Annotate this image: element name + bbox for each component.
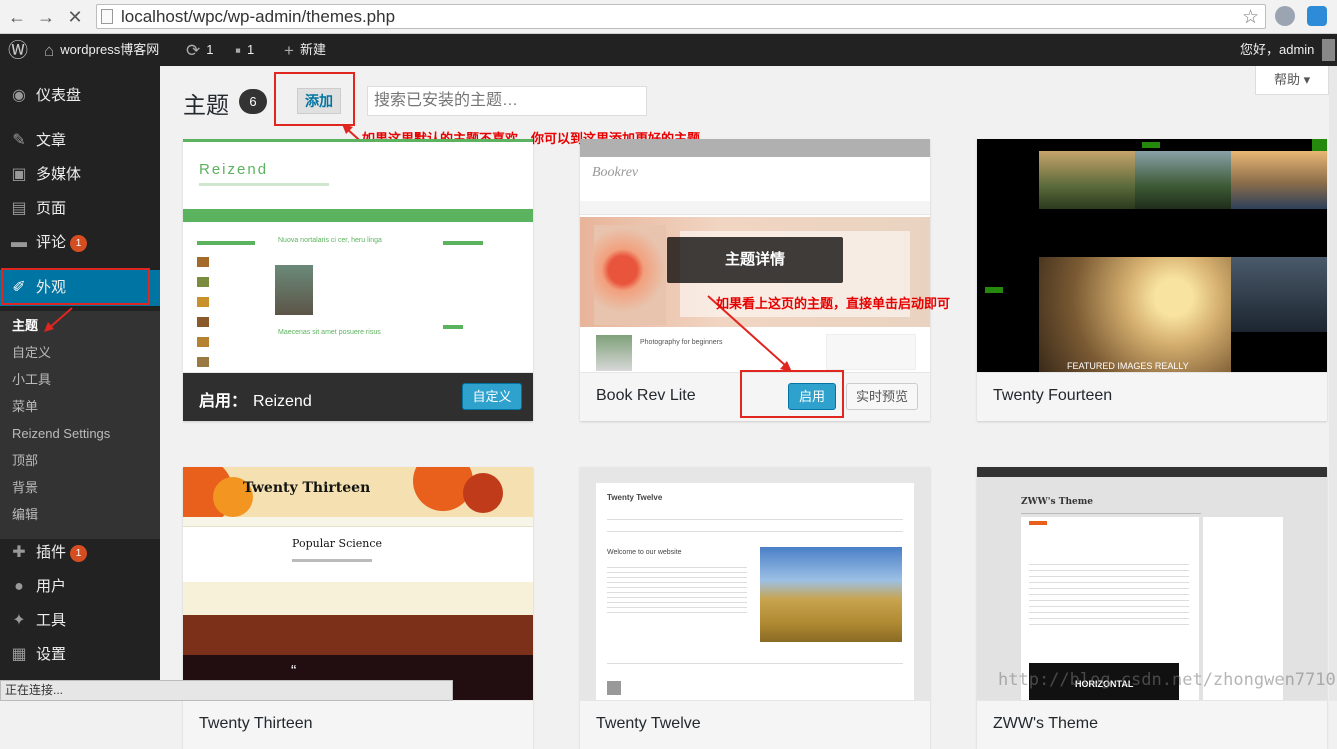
comment-icon: ▬ — [11, 234, 27, 251]
page-icon — [101, 9, 113, 24]
theme-search-field[interactable] — [367, 86, 647, 116]
submenu-widgets[interactable]: 小工具 — [12, 367, 51, 393]
sidebar-item-pages[interactable]: ▤ 页面 — [0, 192, 160, 226]
account-greeting[interactable]: 您好，admin — [1240, 34, 1314, 66]
site-name-link[interactable]: ⌂ wordpress博客网 — [44, 34, 159, 66]
theme-card-twenty-fourteen[interactable]: FEATURED IMAGES REALLY Twenty Fourteen — [977, 139, 1327, 421]
user-icon: ● — [14, 578, 24, 595]
theme-name: 启用： Reizend — [199, 393, 312, 410]
submenu-background[interactable]: 背景 — [12, 475, 38, 501]
wordpress-logo-icon[interactable]: Ⓦ — [8, 34, 34, 66]
updates-link[interactable]: ⟳ 1 — [186, 34, 213, 66]
theme-card-twenty-thirteen[interactable]: Twenty Thirteen Popular Science “ Twenty… — [183, 467, 533, 749]
avatar[interactable] — [1322, 39, 1335, 61]
watermark: http://blog.csdn.net/zhongwen7710 — [998, 670, 1336, 690]
wp-admin-bar: Ⓦ ⌂ wordpress博客网 ⟳ 1 ▪ 1 + 新建 您好，admin — [0, 34, 1337, 66]
plugin-icon: ✚ — [12, 544, 26, 561]
admin-sidebar: ◉ 仪表盘 ✎ 文章 ▣ 多媒体 ▤ 页面 ▬ 评论 1 ✐ 外观 主题 自定义 小工具 菜单… — [0, 66, 160, 701]
annotation-arrow — [44, 307, 73, 332]
theme-screenshot: ZWW's Theme HORIZONTAL — [977, 467, 1327, 700]
extension-icon[interactable] — [1275, 6, 1295, 26]
submenu-reizend-settings[interactable]: Reizend Settings — [12, 421, 110, 447]
highlight-add-button — [274, 72, 355, 126]
submenu-editor[interactable]: 编辑 — [12, 502, 38, 528]
theme-screenshot: Twenty Thirteen Popular Science “ — [183, 467, 533, 700]
extension-icon[interactable] — [1307, 6, 1327, 26]
customize-button[interactable]: 自定义 — [462, 383, 522, 410]
sidebar-item-plugins[interactable]: ✚ 插件 1 — [0, 536, 160, 570]
theme-screenshot: Reizend Nuova nortalaris ci cer, heru li… — [183, 139, 533, 372]
media-icon: ▣ — [11, 166, 27, 183]
theme-search-input[interactable] — [368, 87, 646, 115]
tools-icon: ✦ — [12, 612, 26, 629]
highlight-activate-button — [740, 370, 844, 418]
submenu-themes[interactable]: 主题 — [12, 313, 38, 339]
browser-status-bar: 正在连接... — [0, 680, 453, 701]
page-title: 主题 — [183, 92, 229, 118]
submenu-customize[interactable]: 自定义 — [12, 340, 51, 366]
live-preview-button[interactable]: 实时预览 — [846, 383, 918, 410]
url-text: localhost/wpc/wp-admin/themes.php — [121, 7, 396, 26]
theme-name: Twenty Twelve — [596, 715, 701, 732]
theme-count-badge: 6 — [239, 89, 267, 114]
new-content-link[interactable]: + 新建 — [284, 34, 326, 66]
forward-icon[interactable]: → — [35, 6, 57, 28]
browser-toolbar: ← → ✕ localhost/wpc/wp-admin/themes.php … — [0, 0, 1337, 34]
comments-link[interactable]: ▪ 1 — [235, 34, 254, 66]
appearance-submenu: 主题 自定义 小工具 菜单 Reizend Settings 顶部 背景 编辑 — [0, 311, 160, 539]
comment-icon: ▪ — [235, 40, 242, 60]
theme-name: Book Rev Lite — [596, 387, 696, 404]
theme-card-footer: Twenty Thirteen — [183, 700, 533, 749]
theme-name: ZWW's Theme — [993, 715, 1098, 732]
sidebar-item-dashboard[interactable]: ◉ 仪表盘 — [0, 79, 160, 113]
theme-card-zww[interactable]: ZWW's Theme HORIZONTAL ZWW's Theme — [977, 467, 1327, 749]
submenu-header[interactable]: 顶部 — [12, 448, 38, 474]
highlight-appearance — [1, 268, 150, 305]
bookmark-star-icon[interactable]: ☆ — [1242, 6, 1259, 29]
plugin-count-badge: 1 — [70, 544, 88, 562]
stop-icon[interactable]: ✕ — [64, 6, 86, 28]
dashboard-icon: ◉ — [12, 87, 26, 104]
theme-card-footer: Twenty Fourteen — [977, 372, 1327, 421]
sidebar-item-tools[interactable]: ✦ 工具 — [0, 604, 160, 638]
address-bar[interactable]: localhost/wpc/wp-admin/themes.php ☆ — [96, 4, 1266, 29]
updates-icon: ⟳ — [186, 40, 201, 60]
sidebar-item-media[interactable]: ▣ 多媒体 — [0, 158, 160, 192]
home-icon: ⌂ — [44, 40, 55, 60]
annotation-activate-note: 如果看上这页的主题，直接单击启动即可 — [716, 296, 951, 311]
theme-screenshot: Twenty Twelve Welcome to our website — [580, 467, 930, 700]
submenu-menus[interactable]: 菜单 — [12, 394, 38, 420]
pin-icon: ✎ — [12, 132, 26, 149]
help-button[interactable]: 帮助 ▾ — [1255, 66, 1329, 95]
page-icon: ▤ — [11, 200, 27, 217]
back-icon[interactable]: ← — [6, 6, 28, 28]
theme-name: Twenty Thirteen — [199, 715, 313, 732]
plus-icon: + — [284, 40, 294, 60]
theme-screenshot: FEATURED IMAGES REALLY — [977, 139, 1327, 372]
theme-card-footer: 启用： Reizend 自定义 — [183, 372, 533, 421]
sidebar-item-users[interactable]: ● 用户 — [0, 570, 160, 604]
theme-name: Twenty Fourteen — [993, 387, 1113, 404]
theme-card-twenty-twelve[interactable]: Twenty Twelve Welcome to our website Twe… — [580, 467, 930, 749]
settings-icon: ▦ — [11, 646, 27, 663]
comment-count-badge: 1 — [70, 234, 88, 252]
sidebar-item-comments[interactable]: ▬ 评论 1 — [0, 226, 160, 260]
page-scrollbar[interactable] — [1329, 66, 1337, 701]
theme-card-footer: ZWW's Theme — [977, 700, 1327, 749]
theme-card-reizend[interactable]: Reizend Nuova nortalaris ci cer, heru li… — [183, 139, 533, 421]
theme-card-footer: Twenty Twelve — [580, 700, 930, 749]
sidebar-item-settings[interactable]: ▦ 设置 — [0, 638, 160, 672]
sidebar-item-posts[interactable]: ✎ 文章 — [0, 124, 160, 158]
theme-details-overlay[interactable]: 主题详情 — [667, 237, 843, 283]
